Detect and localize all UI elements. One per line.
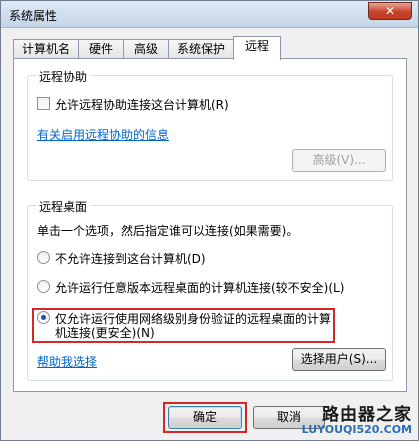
remote-assistance-group: 远程协助 允许远程协助连接这台计算机(R) 有关启用远程协助的信息 高级(V).… <box>27 68 393 181</box>
radio-allow-any-version[interactable] <box>37 280 50 293</box>
remote-assistance-info-link[interactable]: 有关启用远程协助的信息 <box>37 126 169 143</box>
radio-deny-connections[interactable] <box>37 251 50 264</box>
ok-button[interactable]: 确定 <box>168 406 242 429</box>
close-icon: ✕ <box>384 4 396 18</box>
tab-system-protection[interactable]: 系统保护 <box>168 39 234 59</box>
allow-any-version-label[interactable]: 允许运行任意版本远程桌面的计算机连接(较不安全)(L) <box>55 279 344 296</box>
remote-desktop-instruction: 单击一个选项，然后指定谁可以连接(如果需要)。 <box>37 224 299 238</box>
tab-hardware[interactable]: 硬件 <box>78 39 124 59</box>
watermark-logo: 路由器之家 LUYOUQI520.COM <box>302 400 412 436</box>
select-users-button[interactable]: 选择用户(S)... <box>292 348 386 371</box>
remote-assistance-title: 远程协助 <box>36 68 91 85</box>
system-properties-window: 系统属性 ✕ 计算机名 硬件 高级 系统保护 远程 远程协助 允许远程协助连接这… <box>0 0 419 441</box>
tab-advanced[interactable]: 高级 <box>123 39 169 59</box>
tab-remote[interactable]: 远程 <box>233 36 281 60</box>
allow-remote-assistance-checkbox[interactable] <box>37 97 50 110</box>
remote-desktop-title: 远程桌面 <box>36 198 91 215</box>
window-title: 系统属性 <box>9 9 58 23</box>
close-button[interactable]: ✕ <box>368 2 412 20</box>
title-bar[interactable]: 系统属性 ✕ <box>1 1 418 28</box>
watermark-line1: 路由器之家 <box>322 405 412 425</box>
allow-remote-assistance-label[interactable]: 允许远程协助连接这台计算机(R) <box>55 96 229 113</box>
tab-computer-name[interactable]: 计算机名 <box>13 39 79 59</box>
remote-assistance-advanced-button[interactable]: 高级(V)... <box>292 149 386 172</box>
highlight-nla-option <box>32 308 335 343</box>
deny-connections-label[interactable]: 不允许连接到这台计算机(D) <box>55 250 206 267</box>
help-me-choose-link[interactable]: 帮助我选择 <box>37 353 97 370</box>
remote-desktop-group: 远程桌面 单击一个选项，然后指定谁可以连接(如果需要)。 不允许连接到这台计算机… <box>27 198 393 381</box>
watermark-line2: LUYOUQI520.COM <box>301 423 412 436</box>
